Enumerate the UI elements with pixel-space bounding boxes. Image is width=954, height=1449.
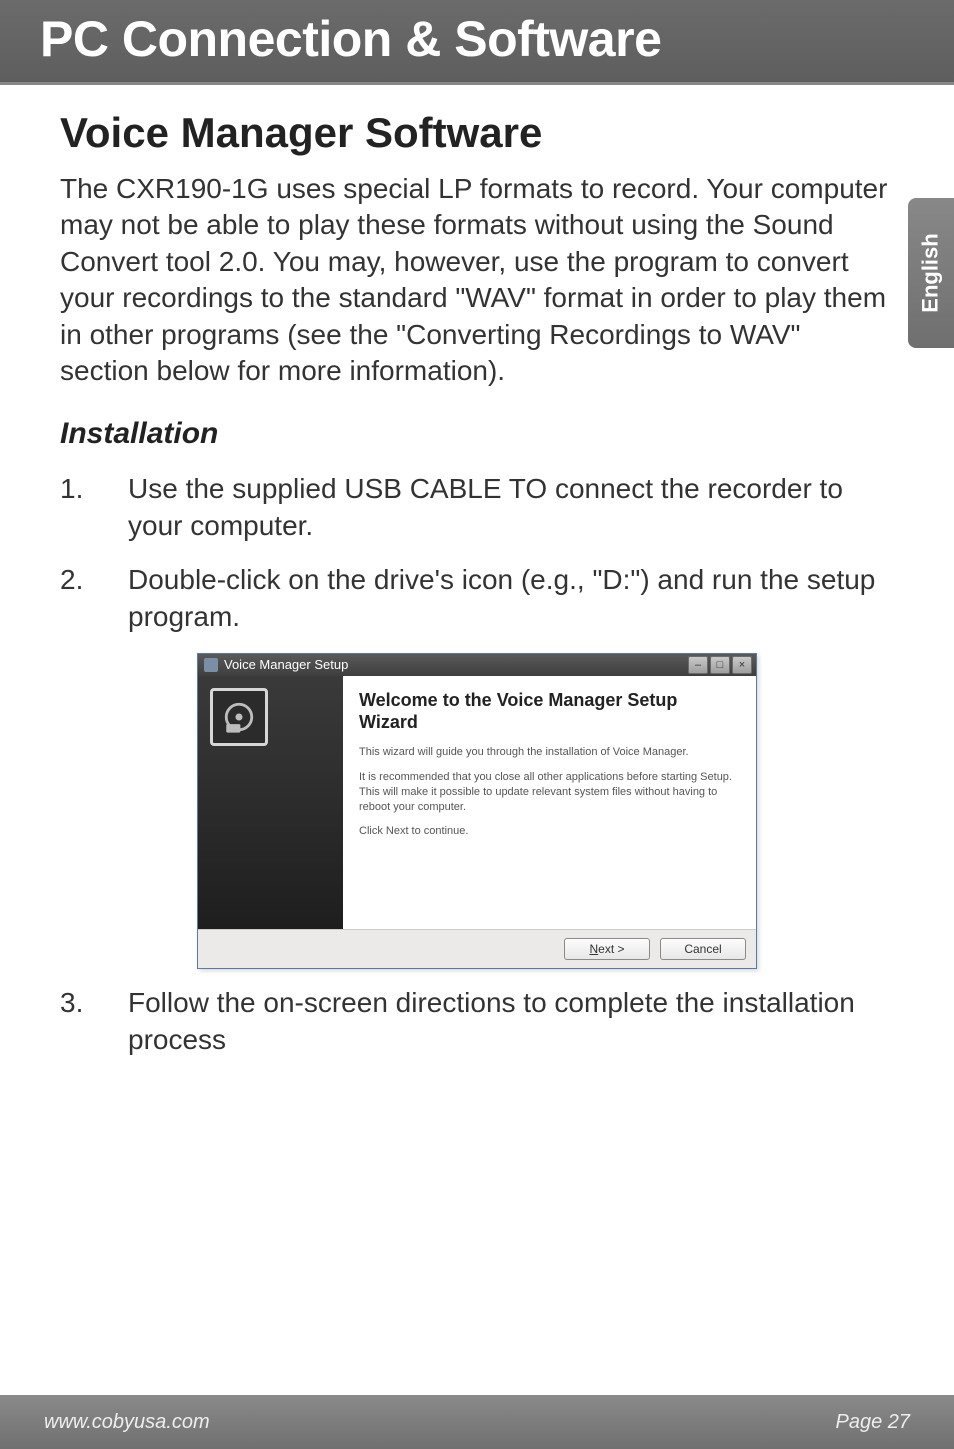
install-steps: Use the supplied USB CABLE TO connect th… xyxy=(60,471,894,635)
app-icon xyxy=(204,658,218,672)
intro-paragraph: The CXR190-1G uses special LP formats to… xyxy=(60,171,894,389)
next-underline: N xyxy=(589,942,598,956)
header-title: PC Connection & Software xyxy=(40,10,914,68)
cancel-button[interactable]: Cancel xyxy=(660,938,746,960)
close-icon: × xyxy=(739,659,745,671)
step-2: Double-click on the drive's icon (e.g., … xyxy=(60,562,894,635)
footer-page: Page 27 xyxy=(835,1411,910,1434)
dialog-heading: Welcome to the Voice Manager Setup Wizar… xyxy=(359,690,740,733)
spacer xyxy=(359,849,740,919)
titlebar-left: Voice Manager Setup xyxy=(204,657,348,672)
wizard-icon-box xyxy=(210,688,268,746)
subsection-title: Installation xyxy=(60,417,894,451)
cancel-label: Cancel xyxy=(684,942,721,956)
dialog-titlebar: Voice Manager Setup – □ × xyxy=(198,654,756,676)
footer-url: www.cobyusa.com xyxy=(44,1411,210,1434)
step-1: Use the supplied USB CABLE TO connect th… xyxy=(60,471,894,544)
maximize-button[interactable]: □ xyxy=(710,656,730,674)
dialog-sidebar xyxy=(198,676,343,929)
voice-manager-setup-dialog: Voice Manager Setup – □ × W xyxy=(197,653,757,969)
dialog-body: Welcome to the Voice Manager Setup Wizar… xyxy=(198,676,756,929)
minimize-button[interactable]: – xyxy=(688,656,708,674)
minimize-icon: – xyxy=(695,659,701,671)
next-rest: ext > xyxy=(598,942,624,956)
install-steps-cont: Follow the on-screen directions to compl… xyxy=(60,985,894,1058)
language-tab: English xyxy=(908,198,954,348)
dialog-title: Voice Manager Setup xyxy=(224,657,348,672)
content-area: Voice Manager Software The CXR190-1G use… xyxy=(0,85,954,1058)
dialog-p3: Click Next to continue. xyxy=(359,824,740,839)
dialog-footer: Next > Cancel xyxy=(198,929,756,968)
screenshot-wrap: Voice Manager Setup – □ × W xyxy=(60,653,894,969)
dialog-p1: This wizard will guide you through the i… xyxy=(359,745,740,760)
step-3: Follow the on-screen directions to compl… xyxy=(60,985,894,1058)
language-tab-label: English xyxy=(918,233,944,312)
footer-bar: www.cobyusa.com Page 27 xyxy=(0,1395,954,1449)
dialog-main: Welcome to the Voice Manager Setup Wizar… xyxy=(343,676,756,929)
window-controls: – □ × xyxy=(688,656,752,674)
section-title: Voice Manager Software xyxy=(60,109,894,157)
next-button[interactable]: Next > xyxy=(564,938,650,960)
dialog-p2: It is recommended that you close all oth… xyxy=(359,770,740,815)
manual-page: PC Connection & Software English Voice M… xyxy=(0,0,954,1449)
header-band: PC Connection & Software xyxy=(0,0,954,85)
close-button[interactable]: × xyxy=(732,656,752,674)
maximize-icon: □ xyxy=(717,659,724,671)
wizard-cd-icon xyxy=(222,700,256,734)
